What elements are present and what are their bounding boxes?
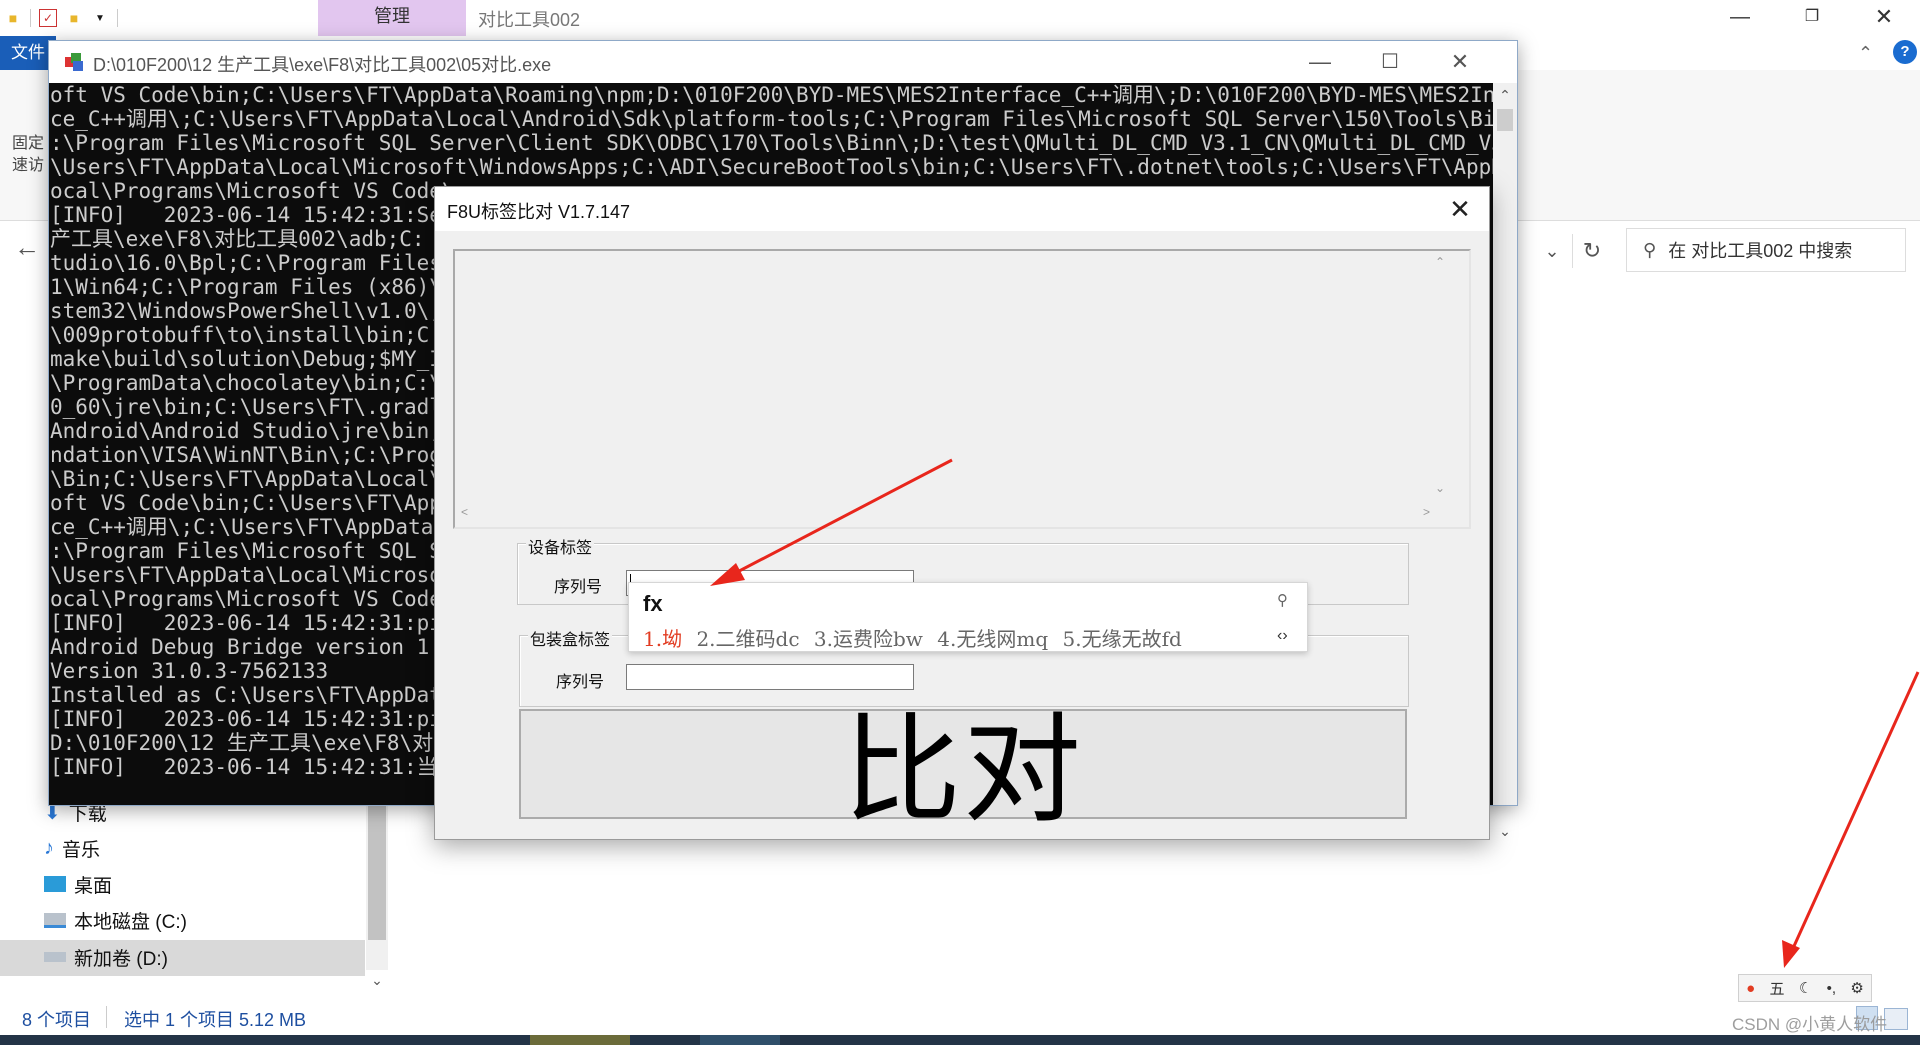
pin-label-line1: 固定 bbox=[12, 135, 45, 152]
nav-item-music[interactable]: ♪ 音乐 bbox=[44, 831, 100, 865]
ime-page-nav-icon[interactable]: ‹› bbox=[1277, 627, 1288, 645]
properties-check-icon[interactable]: ✓ bbox=[39, 9, 57, 27]
search-placeholder: 在 对比工具002 中搜索 bbox=[1668, 241, 1853, 261]
minimize-icon[interactable]: — bbox=[1285, 41, 1355, 83]
quick-access-toolbar: ■ ✓ ■ ▼ bbox=[0, 0, 118, 36]
compare-button[interactable]: 比对 bbox=[519, 701, 1407, 839]
ime-candidate[interactable]: 3.运费险bw bbox=[814, 627, 923, 651]
close-icon[interactable]: ✕ bbox=[1856, 0, 1912, 34]
console-title-bar[interactable]: D:\010F200\12 生产工具\exe\F8\对比工具002\05对比.e… bbox=[49, 41, 1517, 83]
search-icon: ⚲ bbox=[1643, 239, 1657, 260]
help-button[interactable]: ? bbox=[1893, 40, 1917, 64]
punctuation-icon[interactable]: •, bbox=[1827, 980, 1836, 997]
dialog-title: F8U标签比对 V1.7.147 bbox=[447, 202, 631, 222]
new-folder-icon[interactable]: ■ bbox=[65, 9, 83, 27]
ime-candidate[interactable]: 2.二维码dc bbox=[696, 627, 799, 651]
nav-item-drive-c[interactable]: 本地磁盘 (C:) bbox=[44, 903, 187, 937]
search-input[interactable]: ⚲ 在 对比工具002 中搜索 bbox=[1626, 228, 1906, 272]
explorer-window-title: 对比工具002 bbox=[478, 10, 581, 30]
folder-icon[interactable]: ■ bbox=[4, 9, 22, 27]
nav-scrollbar-thumb[interactable] bbox=[368, 800, 386, 940]
app-icon bbox=[65, 53, 83, 71]
close-icon[interactable]: ✕ bbox=[1425, 41, 1495, 83]
scroll-down-icon[interactable]: ⌄ bbox=[1493, 823, 1517, 840]
console-scrollbar-thumb[interactable] bbox=[1497, 109, 1513, 131]
moon-icon[interactable]: ☾ bbox=[1799, 979, 1812, 997]
address-history-dropdown-icon[interactable]: ⌄ bbox=[1534, 234, 1570, 268]
ime-candidate[interactable]: 4.无线网mq bbox=[937, 627, 1048, 651]
search-icon[interactable]: ⚲ bbox=[1277, 591, 1288, 609]
paw-icon[interactable]: ● bbox=[1746, 980, 1755, 997]
scroll-down-icon[interactable]: ⌄ bbox=[366, 972, 388, 992]
close-icon[interactable]: ✕ bbox=[1431, 187, 1489, 231]
scroll-up-icon[interactable]: ⌃ bbox=[1435, 255, 1445, 269]
refresh-icon[interactable]: ↻ bbox=[1572, 234, 1611, 268]
console-line: oft VS Code\bin;C:\Users\FT\AppData\Roam… bbox=[50, 83, 1493, 107]
log-text-area[interactable] bbox=[453, 249, 1471, 529]
tray-icon[interactable] bbox=[1884, 1008, 1908, 1030]
f8u-compare-dialog: F8U标签比对 V1.7.147 ✕ ⌃ ⌄ < > 设备标签 序列号 包装盒标… bbox=[434, 186, 1490, 840]
explorer-title-bar bbox=[0, 0, 1920, 36]
nav-item-label: 桌面 bbox=[74, 875, 113, 897]
serial-label: 序列号 bbox=[554, 579, 603, 596]
ime-candidate-list: 1.坳 2.二维码dc 3.运费险bw 4.无线网mq 5.无缘无故fd bbox=[643, 623, 1190, 652]
annotation-arrow bbox=[1782, 671, 1920, 968]
ime-mode[interactable]: 五 bbox=[1770, 978, 1785, 999]
pin-label-line2: 速访 bbox=[12, 157, 45, 174]
scroll-down-icon[interactable]: ⌄ bbox=[1435, 481, 1445, 495]
back-arrow-icon[interactable]: ← bbox=[14, 232, 40, 263]
taskbar-app[interactable] bbox=[530, 1035, 630, 1045]
dialog-title-bar[interactable]: F8U标签比对 V1.7.147 ✕ bbox=[435, 187, 1489, 231]
toolbar-separator bbox=[30, 9, 31, 27]
restore-icon[interactable]: ❐ bbox=[1784, 0, 1840, 34]
status-selection: 选中 1 个项目 5.12 MB bbox=[124, 1010, 307, 1030]
tab-manage[interactable]: 管理 bbox=[318, 0, 466, 36]
pin-quick-access-label[interactable]: 固定 速访 bbox=[12, 133, 44, 177]
taskbar-app[interactable] bbox=[700, 1035, 780, 1045]
group-title: 包装盒标签 bbox=[528, 626, 613, 650]
console-scrollbar[interactable]: ⌃ ⌄ bbox=[1493, 83, 1517, 839]
scroll-left-icon[interactable]: < bbox=[461, 505, 468, 519]
nav-item-label: 新加卷 (D:) bbox=[74, 948, 168, 970]
ime-status-toolbar[interactable]: ● 五 ☾ •, ⚙ bbox=[1738, 974, 1872, 1002]
status-item-count: 8 个项目 bbox=[22, 1010, 92, 1030]
ime-candidate[interactable]: 1.坳 bbox=[643, 627, 682, 651]
ime-composition: fx bbox=[643, 591, 663, 616]
maximize-icon[interactable]: ☐ bbox=[1355, 41, 1425, 83]
scroll-right-icon[interactable]: > bbox=[1423, 505, 1430, 519]
minimize-icon[interactable]: — bbox=[1712, 0, 1768, 34]
gear-icon[interactable]: ⚙ bbox=[1850, 979, 1863, 997]
group-title: 设备标签 bbox=[526, 534, 595, 558]
console-line: :\Program Files\Microsoft SQL Server\Cli… bbox=[50, 131, 1493, 155]
console-title: D:\010F200\12 生产工具\exe\F8\对比工具002\05对比.e… bbox=[93, 55, 552, 75]
status-separator bbox=[106, 1006, 107, 1028]
ime-candidate[interactable]: 5.无缘无故fd bbox=[1063, 627, 1182, 651]
nav-item-desktop[interactable]: 桌面 bbox=[44, 867, 112, 901]
nav-item-drive-d[interactable]: 新加卷 (D:) bbox=[44, 940, 168, 974]
taskbar bbox=[0, 1035, 1920, 1045]
compare-button-label: 比对 bbox=[842, 700, 1083, 839]
console-line: ce_C++调用\;C:\Users\FT\AppData\Local\Andr… bbox=[50, 107, 1493, 131]
serial-label: 序列号 bbox=[556, 674, 605, 691]
nav-item-label: 本地磁盘 (C:) bbox=[74, 911, 187, 933]
collapse-ribbon-icon[interactable]: ⌃ bbox=[1858, 36, 1873, 70]
toolbar-separator bbox=[117, 9, 118, 27]
ime-candidate-window: fx ⚲ 1.坳 2.二维码dc 3.运费险bw 4.无线网mq 5.无缘无故f… bbox=[628, 582, 1308, 652]
desktop-icon bbox=[44, 876, 66, 892]
music-icon: ♪ bbox=[44, 836, 54, 859]
scroll-up-icon[interactable]: ⌃ bbox=[1493, 87, 1517, 104]
console-line: \Users\FT\AppData\Local\Microsoft\Window… bbox=[50, 155, 1493, 179]
nav-item-label: 音乐 bbox=[62, 839, 101, 861]
drive-icon bbox=[44, 952, 66, 962]
drive-icon bbox=[44, 912, 66, 928]
watermark: CSDN @小黄人软件 bbox=[1732, 1015, 1888, 1034]
customize-toolbar-icon[interactable]: ▼ bbox=[91, 9, 109, 27]
